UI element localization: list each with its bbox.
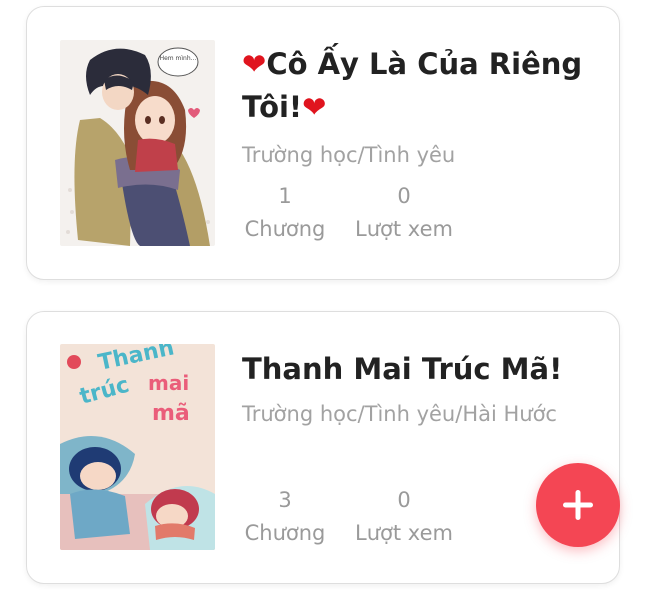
story-card[interactable]: Thanh mai trúc mã Thanh Mai Trúc Mã! Trư… <box>26 311 620 584</box>
story-title-text: Cô Ấy Là Của Riêng Tôi! <box>242 47 583 124</box>
chapters-stat: 1 Chương <box>230 180 340 246</box>
chapters-label: Chương <box>244 217 326 241</box>
story-genre: Trường học/Tình yêu <box>242 143 456 167</box>
views-label: Lượt xem <box>355 521 453 545</box>
story-title[interactable]: Thanh Mai Trúc Mã! <box>242 348 602 391</box>
story-list-screen: Hem mình... ❤Cô Ấy Là Của Riêng Tôi!❤ Tr… <box>0 0 648 600</box>
story-cover-image[interactable]: Thanh mai trúc mã <box>60 344 215 550</box>
views-stat: 0 Lượt xem <box>349 180 459 246</box>
chapters-count: 3 <box>278 488 292 512</box>
views-label: Lượt xem <box>355 217 453 241</box>
add-story-button[interactable] <box>536 463 620 547</box>
story-title[interactable]: ❤Cô Ấy Là Của Riêng Tôi!❤ <box>242 43 602 129</box>
cover-illustration: Hem mình... <box>60 40 215 246</box>
story-card[interactable]: Hem mình... ❤Cô Ấy Là Của Riêng Tôi!❤ Tr… <box>26 6 620 280</box>
chapters-count: 1 <box>278 184 292 208</box>
story-genre: Trường học/Tình yêu/Hài Hước <box>242 402 557 426</box>
svg-text:mai: mai <box>148 371 189 395</box>
svg-text:Hem mình...: Hem mình... <box>160 55 197 62</box>
chapters-label: Chương <box>244 521 326 545</box>
story-cover-image[interactable]: Hem mình... <box>60 40 215 246</box>
chapters-stat: 3 Chương <box>230 484 340 550</box>
svg-text:mã: mã <box>152 401 190 426</box>
heart-icon: ❤ <box>242 47 267 81</box>
heart-icon: ❤ <box>302 90 327 124</box>
views-count: 0 <box>397 488 411 512</box>
cover-illustration: Thanh mai trúc mã <box>60 344 215 550</box>
views-stat: 0 Lượt xem <box>349 484 459 550</box>
views-count: 0 <box>397 184 411 208</box>
plus-icon <box>563 490 593 520</box>
